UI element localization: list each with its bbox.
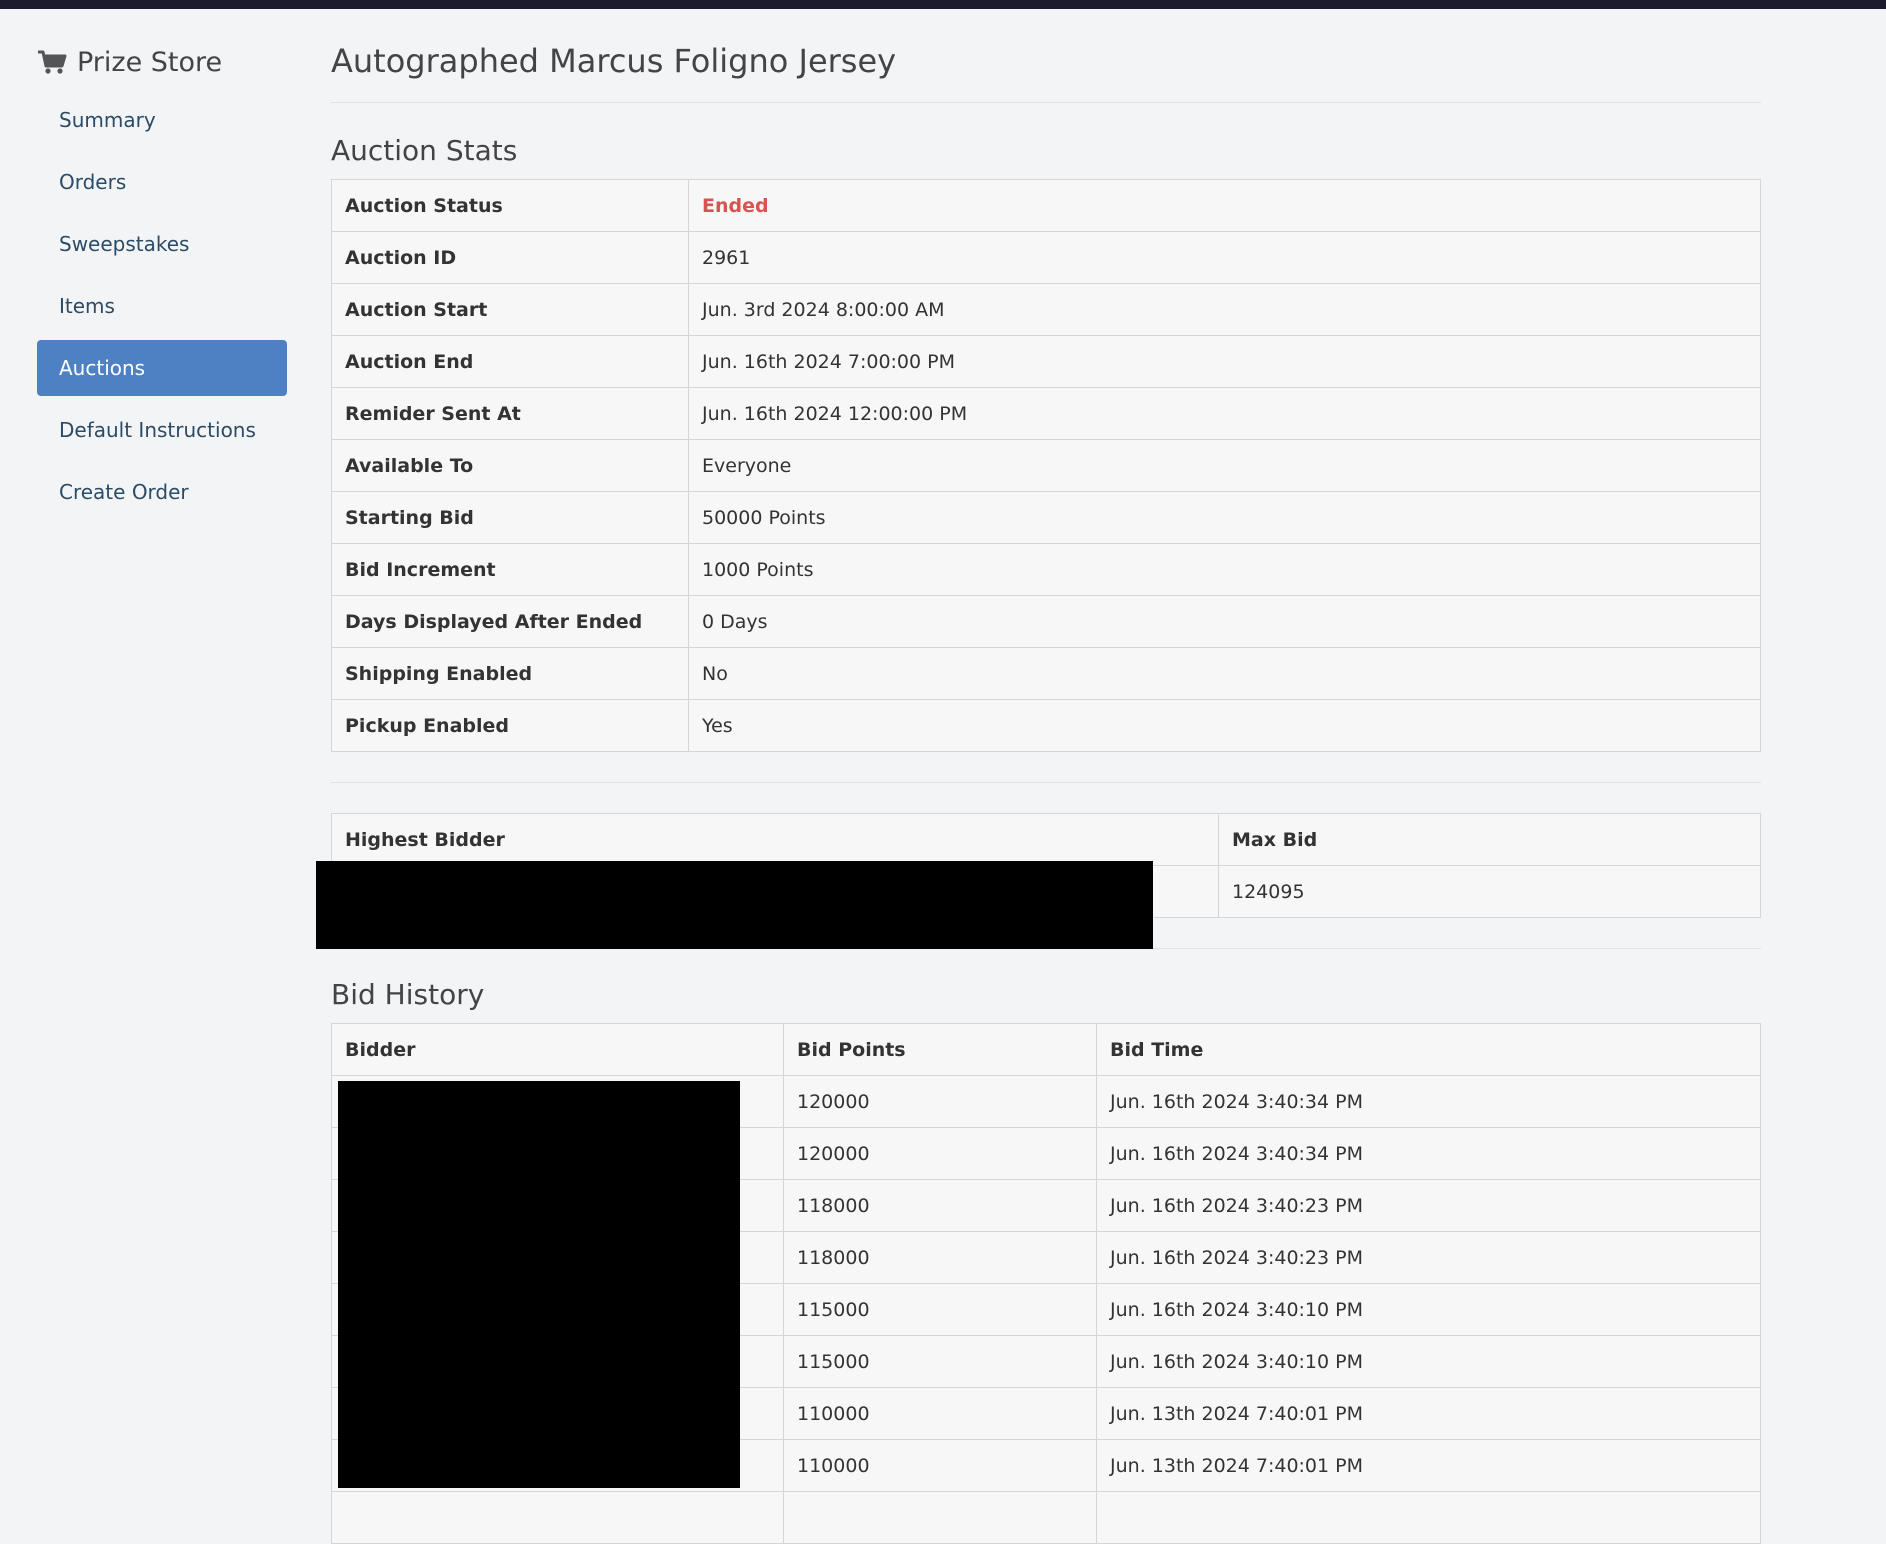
bid-time-cell: Jun. 16th 2024 3:40:10 PM: [1096, 1335, 1761, 1388]
auction-stats-heading: Auction Stats: [331, 134, 518, 167]
sidebar-nav: Summary Orders Sweepstakes Items Auction…: [37, 92, 287, 520]
sidebar-item-orders[interactable]: Orders: [37, 154, 287, 210]
bidder-header: Bidder: [331, 1023, 784, 1076]
stat-value: Yes: [688, 699, 1761, 752]
stat-label: Auction ID: [331, 231, 689, 284]
stat-value: Everyone: [688, 439, 1761, 492]
status-badge: Ended: [688, 179, 1761, 232]
stat-label: Pickup Enabled: [331, 699, 689, 752]
table-row: Shipping Enabled No: [331, 647, 1761, 700]
sidebar-item-summary[interactable]: Summary: [37, 92, 287, 148]
stat-value: Jun. 3rd 2024 8:00:00 AM: [688, 283, 1761, 336]
divider: [331, 102, 1761, 103]
stat-label: Shipping Enabled: [331, 647, 689, 700]
redacted-highest-bidder: [316, 861, 1153, 949]
table-row: Days Displayed After Ended 0 Days: [331, 595, 1761, 648]
bid-points-cell: 120000: [783, 1075, 1097, 1128]
sidebar-item-items[interactable]: Items: [37, 278, 287, 334]
bid-points-cell: 118000: [783, 1179, 1097, 1232]
bid-points-cell: 120000: [783, 1127, 1097, 1180]
bid-points-cell: 110000: [783, 1439, 1097, 1492]
sidebar-item-auctions[interactable]: Auctions: [37, 340, 287, 396]
stat-label: Remider Sent At: [331, 387, 689, 440]
max-bid-header: Max Bid: [1218, 813, 1761, 866]
brand-title: Prize Store: [77, 46, 223, 78]
highest-bidder-header: Highest Bidder: [331, 813, 1219, 866]
stat-label: Days Displayed After Ended: [331, 595, 689, 648]
stat-label: Starting Bid: [331, 491, 689, 544]
table-row: Starting Bid 50000 Points: [331, 491, 1761, 544]
redacted-bidder-names: [338, 1081, 740, 1488]
bid-points-cell: 110000: [783, 1387, 1097, 1440]
sidebar-item-sweepstakes[interactable]: Sweepstakes: [37, 216, 287, 272]
shopping-cart-icon: [38, 50, 67, 74]
table-header-row: Highest Bidder Max Bid: [331, 813, 1761, 866]
bid-time-cell: Jun. 16th 2024 3:40:34 PM: [1096, 1075, 1761, 1128]
table-row: Auction Start Jun. 3rd 2024 8:00:00 AM: [331, 283, 1761, 336]
table-row: Pickup Enabled Yes: [331, 699, 1761, 752]
stat-label: Auction Start: [331, 283, 689, 336]
bid-time-header: Bid Time: [1096, 1023, 1761, 1076]
bid-history-heading: Bid History: [331, 978, 485, 1011]
sidebar-item-create-order[interactable]: Create Order: [37, 464, 287, 520]
stat-value: Jun. 16th 2024 12:00:00 PM: [688, 387, 1761, 440]
bid-time-cell: Jun. 16th 2024 3:40:23 PM: [1096, 1179, 1761, 1232]
stat-label: Available To: [331, 439, 689, 492]
bid-points-cell: [783, 1491, 1097, 1544]
stat-label: Auction End: [331, 335, 689, 388]
bid-time-cell: Jun. 16th 2024 3:40:10 PM: [1096, 1283, 1761, 1336]
table-header-row: Bidder Bid Points Bid Time: [331, 1023, 1761, 1076]
sidebar: Prize Store Summary Orders Sweepstakes I…: [37, 38, 287, 526]
table-row: Remider Sent At Jun. 16th 2024 12:00:00 P…: [331, 387, 1761, 440]
max-bid-value: 124095: [1218, 865, 1761, 918]
stat-value: 0 Days: [688, 595, 1761, 648]
stat-value: 2961: [688, 231, 1761, 284]
stat-label: Bid Increment: [331, 543, 689, 596]
stat-value: 1000 Points: [688, 543, 1761, 596]
table-row: [331, 1491, 1761, 1544]
bid-time-cell: Jun. 13th 2024 7:40:01 PM: [1096, 1439, 1761, 1492]
table-row: Auction End Jun. 16th 2024 7:00:00 PM: [331, 335, 1761, 388]
auction-stats-table: Auction Status Ended Auction ID 2961 Auction…: [331, 179, 1761, 752]
bid-points-cell: 115000: [783, 1283, 1097, 1336]
sidebar-item-default-instructions[interactable]: Default Instructions: [37, 402, 287, 458]
table-row: Auction ID 2961: [331, 231, 1761, 284]
bid-points-header: Bid Points: [783, 1023, 1097, 1076]
bidder-cell: [331, 1491, 784, 1544]
stat-value: 50000 Points: [688, 491, 1761, 544]
table-row: Available To Everyone: [331, 439, 1761, 492]
bid-points-cell: 118000: [783, 1231, 1097, 1284]
bid-points-cell: 115000: [783, 1335, 1097, 1388]
bid-time-cell: Jun. 16th 2024 3:40:23 PM: [1096, 1231, 1761, 1284]
bid-time-cell: [1096, 1491, 1761, 1544]
brand[interactable]: Prize Store: [37, 38, 287, 86]
stat-value: No: [688, 647, 1761, 700]
bid-time-cell: Jun. 16th 2024 3:40:34 PM: [1096, 1127, 1761, 1180]
page-title: Autographed Marcus Foligno Jersey: [331, 42, 897, 80]
divider: [331, 782, 1761, 783]
table-row: Bid Increment 1000 Points: [331, 543, 1761, 596]
bid-time-cell: Jun. 13th 2024 7:40:01 PM: [1096, 1387, 1761, 1440]
stat-label: Auction Status: [331, 179, 689, 232]
table-row: Auction Status Ended: [331, 179, 1761, 232]
stat-value: Jun. 16th 2024 7:00:00 PM: [688, 335, 1761, 388]
